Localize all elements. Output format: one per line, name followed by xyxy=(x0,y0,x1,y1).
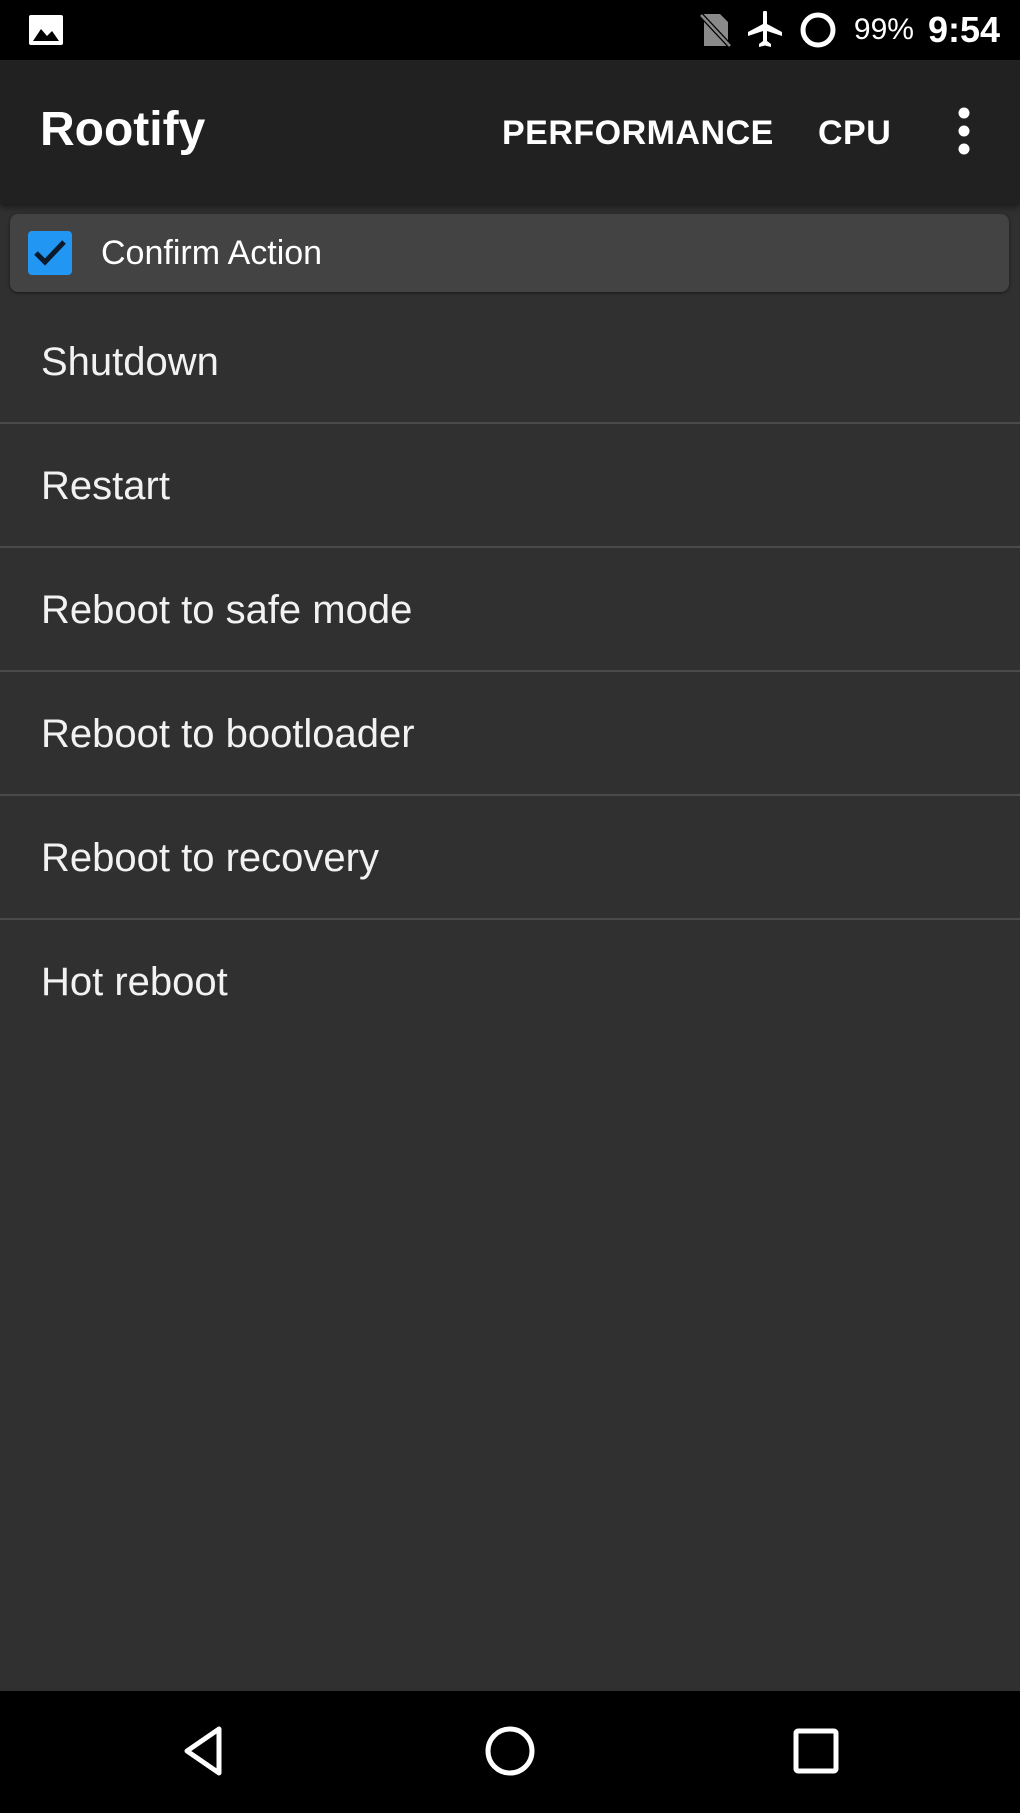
list-item-label: Reboot to bootloader xyxy=(41,712,415,756)
clock: 9:54 xyxy=(927,9,1000,50)
list-item-hot-reboot[interactable]: Hot reboot xyxy=(0,920,1020,1044)
home-icon[interactable] xyxy=(480,1721,540,1781)
list-item-label: Restart xyxy=(41,464,170,508)
confirm-action-label: Confirm Action xyxy=(101,234,323,272)
list-item-label: Shutdown xyxy=(41,340,219,384)
power-options-list: Shutdown Restart Reboot to safe mode Reb… xyxy=(0,300,1020,1044)
list-item-reboot-recovery[interactable]: Reboot to recovery xyxy=(0,796,1020,920)
status-icons: 99% 9:54 xyxy=(698,0,1000,60)
app-title: Rootify xyxy=(40,103,206,156)
list-item-reboot-safe-mode[interactable]: Reboot to safe mode xyxy=(0,548,1020,672)
confirm-action-row[interactable]: Confirm Action xyxy=(10,214,1009,292)
cpu-action[interactable]: CPU xyxy=(818,116,891,150)
airplane-mode-icon xyxy=(747,10,782,47)
check-icon xyxy=(34,240,66,266)
confirm-action-checkbox[interactable] xyxy=(28,231,72,275)
list-item-restart[interactable]: Restart xyxy=(0,424,1020,548)
more-vert-icon[interactable] xyxy=(950,106,978,156)
status-bar: 99% 9:54 xyxy=(0,0,1020,60)
navigation-bar xyxy=(0,1691,1020,1813)
list-item-reboot-bootloader[interactable]: Reboot to bootloader xyxy=(0,672,1020,796)
performance-action[interactable]: PERFORMANCE xyxy=(502,116,774,150)
recents-icon[interactable] xyxy=(786,1721,846,1781)
back-icon[interactable] xyxy=(177,1721,237,1781)
list-item-label: Reboot to recovery xyxy=(41,836,379,880)
app-bar: Rootify PERFORMANCE CPU xyxy=(0,60,1020,204)
list-item-label: Reboot to safe mode xyxy=(41,588,413,632)
no-sim-icon xyxy=(699,13,732,48)
battery-ring-icon xyxy=(800,12,836,48)
list-item-shutdown[interactable]: Shutdown xyxy=(0,300,1020,424)
image-icon xyxy=(29,15,63,45)
battery-percent: 99% xyxy=(853,13,914,46)
list-item-label: Hot reboot xyxy=(41,960,228,1004)
